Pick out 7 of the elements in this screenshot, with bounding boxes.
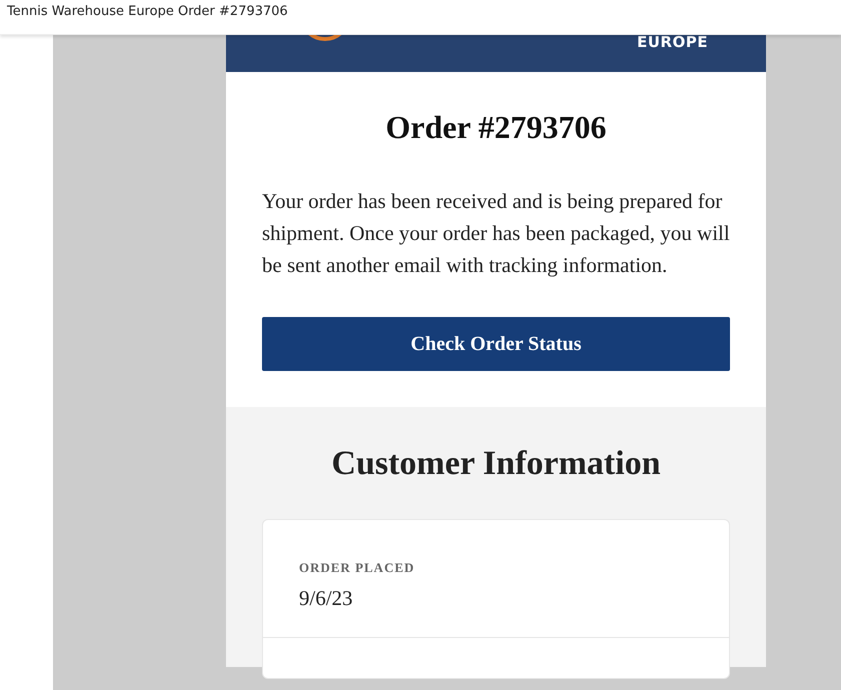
field-value: 9/6/23 [299, 585, 354, 612]
brand-text: EUROPE [637, 35, 708, 51]
check-order-status-button[interactable]: Check Order Status [262, 317, 730, 372]
order-heading: Order #2793706 [384, 110, 608, 146]
order-message: Your order has been received and is being prepared for shipment. Once your order has been packaged, you will be sent another email with tracking information. [262, 188, 730, 280]
field-label: ORDER PLACED [299, 558, 416, 577]
section-heading: Customer Information [330, 445, 662, 483]
